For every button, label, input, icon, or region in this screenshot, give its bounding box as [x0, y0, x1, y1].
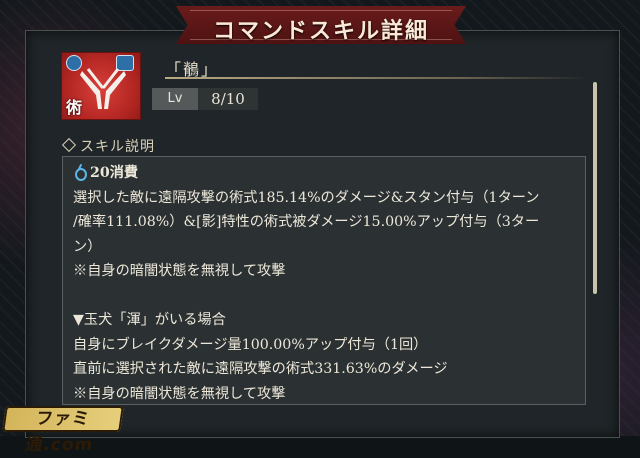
section-title: スキル説明 [61, 136, 155, 156]
description-line: ※自身の暗闇状態を無視して攻撃 [73, 385, 286, 402]
description-line: ※自身の暗闇状態を無視して攻撃 [73, 263, 286, 279]
scrollbar[interactable] [593, 82, 597, 294]
level-value: 8/10 [198, 88, 258, 110]
description-line: ▼玉犬「渾」がいる場合 [73, 312, 226, 328]
title-banner: コマンドスキル詳細 [176, 6, 466, 44]
description-line-blank [73, 284, 578, 309]
description-line: 選択した敵に遠隔攻撃の術式185.14%のダメージ&スタン付与（1ターン [73, 189, 540, 206]
diamond-icon [61, 137, 77, 153]
divider [165, 77, 590, 79]
section-title-text: スキル説明 [80, 139, 155, 155]
description-line: ン） [73, 238, 102, 255]
skill-icon[interactable]: 術 [61, 52, 141, 120]
level-label: Lv [152, 88, 198, 110]
watermark-logo: ファミ通.com [2, 406, 124, 455]
description-line: 直前に選択された敵に遠隔攻撃の術式331.63%のダメージ [73, 361, 448, 377]
description-line: /確率111.08%）&[影]特性の術式被ダメージ15.00%アップ付与（3ター [73, 214, 540, 230]
description-text: 20消費 選択した敵に遠隔攻撃の術式185.14%のダメージ&スタン付与（1ター… [73, 161, 578, 404]
description-line: 自身にブレイクダメージ量100.00%アップ付与（1回） [73, 336, 428, 353]
skill-type-badge: 術 [65, 98, 82, 117]
cost-line: 20消費 [73, 161, 578, 186]
cursed-energy-icon [73, 164, 87, 181]
cost-value: 20消費 [90, 165, 139, 181]
page-title: コマンドスキル詳細 [212, 18, 429, 44]
description-box[interactable]: 20消費 選択した敵に遠隔攻撃の術式185.14%のダメージ&スタン付与（1ター… [62, 156, 586, 405]
